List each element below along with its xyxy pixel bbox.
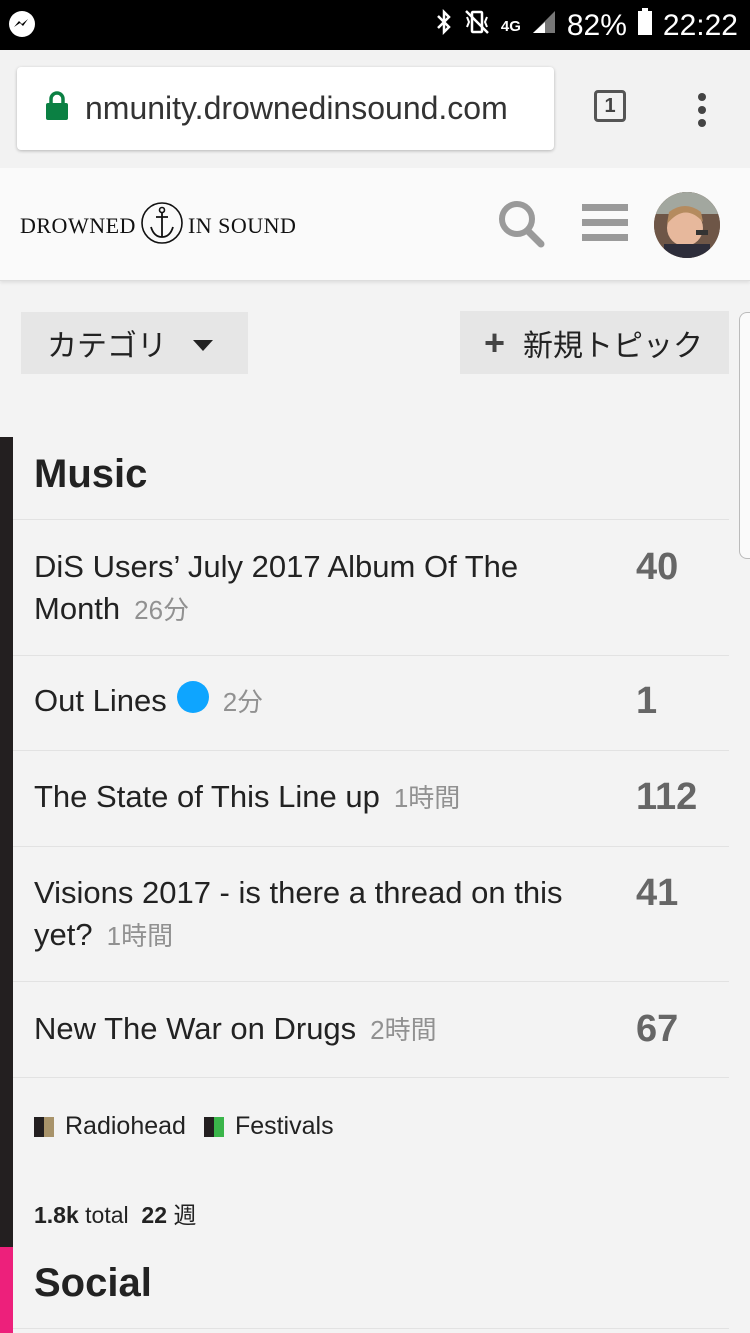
- messenger-icon: [8, 10, 36, 43]
- search-icon[interactable]: [496, 198, 546, 255]
- subcategory-radiohead[interactable]: Radiohead: [34, 1112, 186, 1141]
- tab-switcher-button[interactable]: 1: [594, 90, 626, 122]
- topic-age: 2分: [222, 687, 264, 717]
- address-bar[interactable]: nmunity.drownedinsound.com: [17, 67, 554, 150]
- unread-indicator: [176, 681, 209, 713]
- subcategory-label[interactable]: Radiohead: [65, 1112, 186, 1141]
- categories-dropdown-label: カテゴリ: [47, 330, 167, 363]
- new-topic-label: 新規トピック: [523, 329, 704, 363]
- vibrate-icon: [463, 9, 491, 43]
- reply-count[interactable]: 1: [636, 680, 657, 723]
- anchor-icon: [140, 201, 184, 251]
- topic-age: 1時間: [106, 921, 174, 951]
- reply-count[interactable]: 41: [636, 872, 678, 915]
- reply-count[interactable]: 112: [636, 776, 697, 819]
- browser-menu-icon[interactable]: [697, 92, 707, 133]
- category-color-bar-social: [0, 1247, 13, 1333]
- logo-text-right: IN SOUND: [187, 213, 297, 238]
- week-count: 22: [141, 1202, 168, 1228]
- topic-row[interactable]: New The War on Drugs 2時間 67: [13, 981, 729, 1078]
- category-title-social[interactable]: Social: [34, 1261, 152, 1306]
- user-avatar[interactable]: [654, 192, 720, 258]
- topic-row[interactable]: Visions 2017 - is there a thread on this…: [13, 846, 729, 982]
- category-title-music[interactable]: Music: [34, 452, 147, 497]
- battery-percent: 82%: [566, 9, 627, 42]
- row-divider: [13, 1077, 729, 1078]
- topic-title[interactable]: Out Lines: [34, 683, 167, 718]
- topic-row[interactable]: The State of This Line up 1時間 112: [13, 750, 729, 847]
- reply-count[interactable]: 40: [636, 546, 678, 589]
- total-count: 1.8k: [34, 1202, 79, 1228]
- subcategory-color-swatch: [203, 1116, 224, 1137]
- url-text[interactable]: nmunity.drownedinsound.com: [85, 90, 508, 127]
- new-topic-button[interactable]: + 新規トピック: [460, 311, 729, 374]
- topic-title[interactable]: The State of This Line up: [34, 779, 380, 814]
- logo-text-left: DROWNED: [20, 213, 136, 238]
- site-logo[interactable]: DROWNED IN SOUND: [20, 201, 296, 251]
- hamburger-menu-icon[interactable]: [582, 204, 628, 247]
- site-header: DROWNED IN SOUND: [0, 168, 750, 281]
- category-color-bar-music: [0, 437, 13, 1247]
- caret-down-icon: [193, 326, 213, 360]
- bluetooth-icon: [435, 8, 453, 43]
- topic-age: 1時間: [393, 783, 461, 813]
- category-stats: 1.8k total 22 週: [34, 1196, 196, 1230]
- subcategory-list: Radiohead Festivals: [34, 1112, 352, 1141]
- lock-icon: [45, 91, 69, 126]
- side-scroll-handle[interactable]: [739, 312, 750, 559]
- row-divider: [13, 1328, 729, 1329]
- topic-row[interactable]: Out Lines 2分 1: [13, 655, 729, 751]
- battery-icon: [637, 8, 653, 44]
- week-label: 週: [173, 1202, 197, 1228]
- subcategory-festivals[interactable]: Festivals: [203, 1112, 334, 1141]
- subcategory-label[interactable]: Festivals: [235, 1112, 334, 1141]
- browser-toolbar: nmunity.drownedinsound.com 1: [0, 50, 750, 169]
- topic-title[interactable]: DiS Users’ July 2017 Album Of The Month: [34, 549, 518, 626]
- reply-count[interactable]: 67: [636, 1008, 678, 1051]
- topic-row[interactable]: DiS Users’ July 2017 Album Of The Month 2…: [13, 519, 729, 656]
- topic-age: 26分: [134, 595, 190, 625]
- status-bar: 4G 82% 22:22: [0, 0, 750, 50]
- categories-dropdown[interactable]: カテゴリ: [21, 312, 248, 374]
- plus-icon: +: [484, 321, 506, 363]
- topic-title[interactable]: New The War on Drugs: [34, 1011, 356, 1046]
- clock: 22:22: [662, 9, 738, 42]
- total-label: total: [85, 1202, 129, 1228]
- subcategory-color-swatch: [34, 1116, 54, 1137]
- signal-icon: [531, 9, 557, 43]
- topic-age: 2時間: [370, 1015, 437, 1045]
- network-type: 4G: [500, 17, 521, 35]
